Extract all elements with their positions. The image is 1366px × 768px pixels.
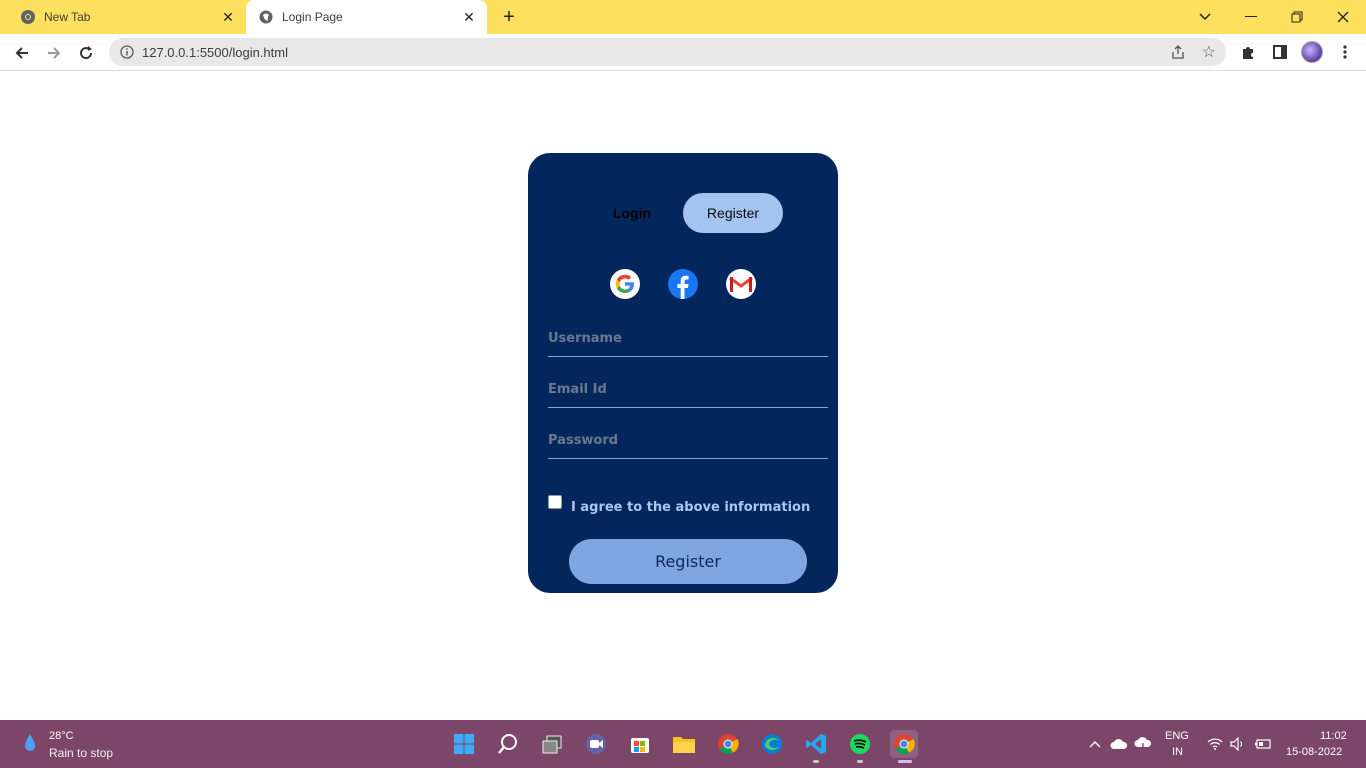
wifi-icon[interactable]: [1205, 734, 1225, 754]
address-bar[interactable]: 127.0.0.1:5500/login.html ☆: [109, 38, 1226, 66]
onedrive-cloud-icon[interactable]: [1109, 734, 1129, 754]
weather-description[interactable]: Rain to stop: [49, 746, 113, 760]
tab-login[interactable]: Login: [582, 193, 682, 233]
side-panel-icon[interactable]: [1270, 42, 1290, 62]
agree-label: I agree to the above information: [571, 500, 811, 515]
form-toggle: Login Register: [582, 193, 784, 233]
chrome-icon[interactable]: [714, 730, 742, 758]
info-icon[interactable]: [119, 44, 135, 60]
active-indicator: [898, 760, 912, 763]
task-view-icon[interactable]: [538, 730, 566, 758]
share-icon[interactable]: [1170, 44, 1186, 60]
tab-search-icon[interactable]: [1182, 0, 1228, 34]
chrome-profile-icon[interactable]: [890, 730, 918, 758]
reload-icon[interactable]: [74, 41, 98, 65]
email-field[interactable]: [548, 372, 828, 408]
rain-icon[interactable]: [22, 732, 38, 756]
taskbar: 28°C Rain to stop ENG IN 11:02 15-08-202…: [0, 720, 1366, 768]
file-explorer-icon[interactable]: [670, 730, 698, 758]
menu-kebab-icon[interactable]: [1335, 42, 1355, 62]
tab-title: Login Page: [282, 10, 343, 24]
password-field[interactable]: [548, 423, 828, 459]
spotify-icon[interactable]: [846, 730, 874, 758]
cloud-download-icon[interactable]: [1133, 734, 1153, 754]
new-tab-button[interactable]: +: [498, 7, 520, 27]
browser-toolbar: 127.0.0.1:5500/login.html ☆: [0, 34, 1366, 71]
google-icon[interactable]: [610, 269, 640, 299]
clock-time[interactable]: 11:02: [1320, 730, 1347, 742]
tab-title: New Tab: [44, 10, 91, 24]
back-arrow-icon[interactable]: [10, 41, 34, 65]
extensions-icon[interactable]: [1238, 42, 1258, 62]
close-tab-icon[interactable]: ✕: [220, 9, 236, 25]
microsoft-store-icon[interactable]: [626, 730, 654, 758]
teams-chat-icon[interactable]: [582, 730, 610, 758]
register-button[interactable]: Register: [569, 539, 807, 584]
vscode-icon[interactable]: [802, 730, 830, 758]
restore-button[interactable]: [1274, 0, 1320, 34]
register-card: Login Register I agree to the above info…: [528, 153, 838, 593]
forward-arrow-icon[interactable]: [42, 41, 66, 65]
windows-start-icon[interactable]: [450, 730, 478, 758]
profile-avatar[interactable]: [1301, 41, 1323, 63]
search-icon[interactable]: [494, 730, 522, 758]
bookmark-star-icon[interactable]: ☆: [1202, 42, 1216, 62]
running-indicator: [813, 760, 819, 763]
url-text: 127.0.0.1:5500/login.html: [142, 45, 288, 60]
close-tab-icon[interactable]: ✕: [461, 9, 477, 25]
facebook-icon[interactable]: [668, 269, 698, 299]
tab-register[interactable]: Register: [683, 193, 783, 233]
agree-checkbox[interactable]: [548, 495, 562, 509]
chevron-up-icon[interactable]: [1085, 734, 1105, 754]
tab-login-page[interactable]: Login Page ✕: [246, 0, 487, 34]
username-field[interactable]: [548, 321, 828, 357]
chrome-icon: [20, 9, 36, 25]
region-indicator[interactable]: IN: [1172, 746, 1183, 758]
clock-date[interactable]: 15-08-2022: [1286, 746, 1342, 758]
globe-icon: [258, 9, 274, 25]
battery-icon[interactable]: [1253, 734, 1273, 754]
tab-strip: New Tab ✕ Login Page ✕ +: [0, 0, 1366, 34]
gmail-icon[interactable]: [726, 269, 756, 299]
minimize-button[interactable]: [1228, 0, 1274, 34]
language-indicator[interactable]: ENG: [1165, 730, 1189, 742]
edge-icon[interactable]: [758, 730, 786, 758]
volume-icon[interactable]: [1228, 734, 1248, 754]
tab-new-tab[interactable]: New Tab ✕: [0, 0, 246, 34]
running-indicator: [857, 760, 863, 763]
weather-temperature[interactable]: 28°C: [49, 730, 74, 742]
close-window-button[interactable]: [1320, 0, 1366, 34]
